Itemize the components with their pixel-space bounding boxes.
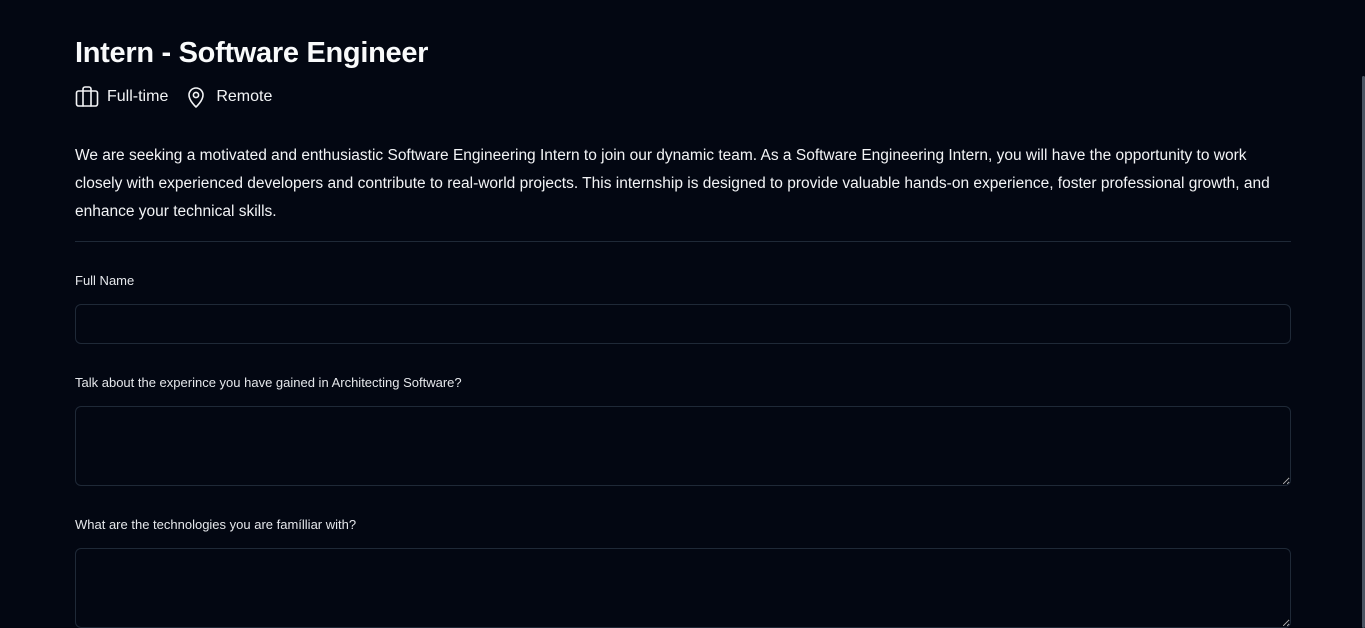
- employment-type-label: Full-time: [107, 88, 169, 105]
- job-meta: Full-time Remote: [75, 85, 288, 109]
- technologies-label: What are the technologies you are famíll…: [75, 517, 357, 532]
- employment-type: Full-time: [75, 85, 168, 109]
- job-application-page: Intern - Software Engineer Full-time Rem…: [0, 0, 1365, 628]
- location: Remote: [184, 85, 272, 109]
- location-label: Remote: [216, 88, 273, 105]
- divider: [75, 241, 1291, 242]
- job-title: Intern - Software Engineer: [75, 37, 429, 69]
- full-name-label: Full Name: [75, 273, 135, 288]
- job-description: We are seeking a motivated and enthusias…: [75, 147, 1270, 220]
- full-name-input[interactable]: [75, 304, 1291, 344]
- briefcase-icon: [75, 85, 99, 109]
- map-pin-icon: [184, 85, 208, 109]
- architecting-experience-textarea[interactable]: [75, 406, 1291, 486]
- technologies-textarea[interactable]: [75, 548, 1291, 628]
- architecting-experience-label: Talk about the experince you have gained…: [75, 375, 462, 390]
